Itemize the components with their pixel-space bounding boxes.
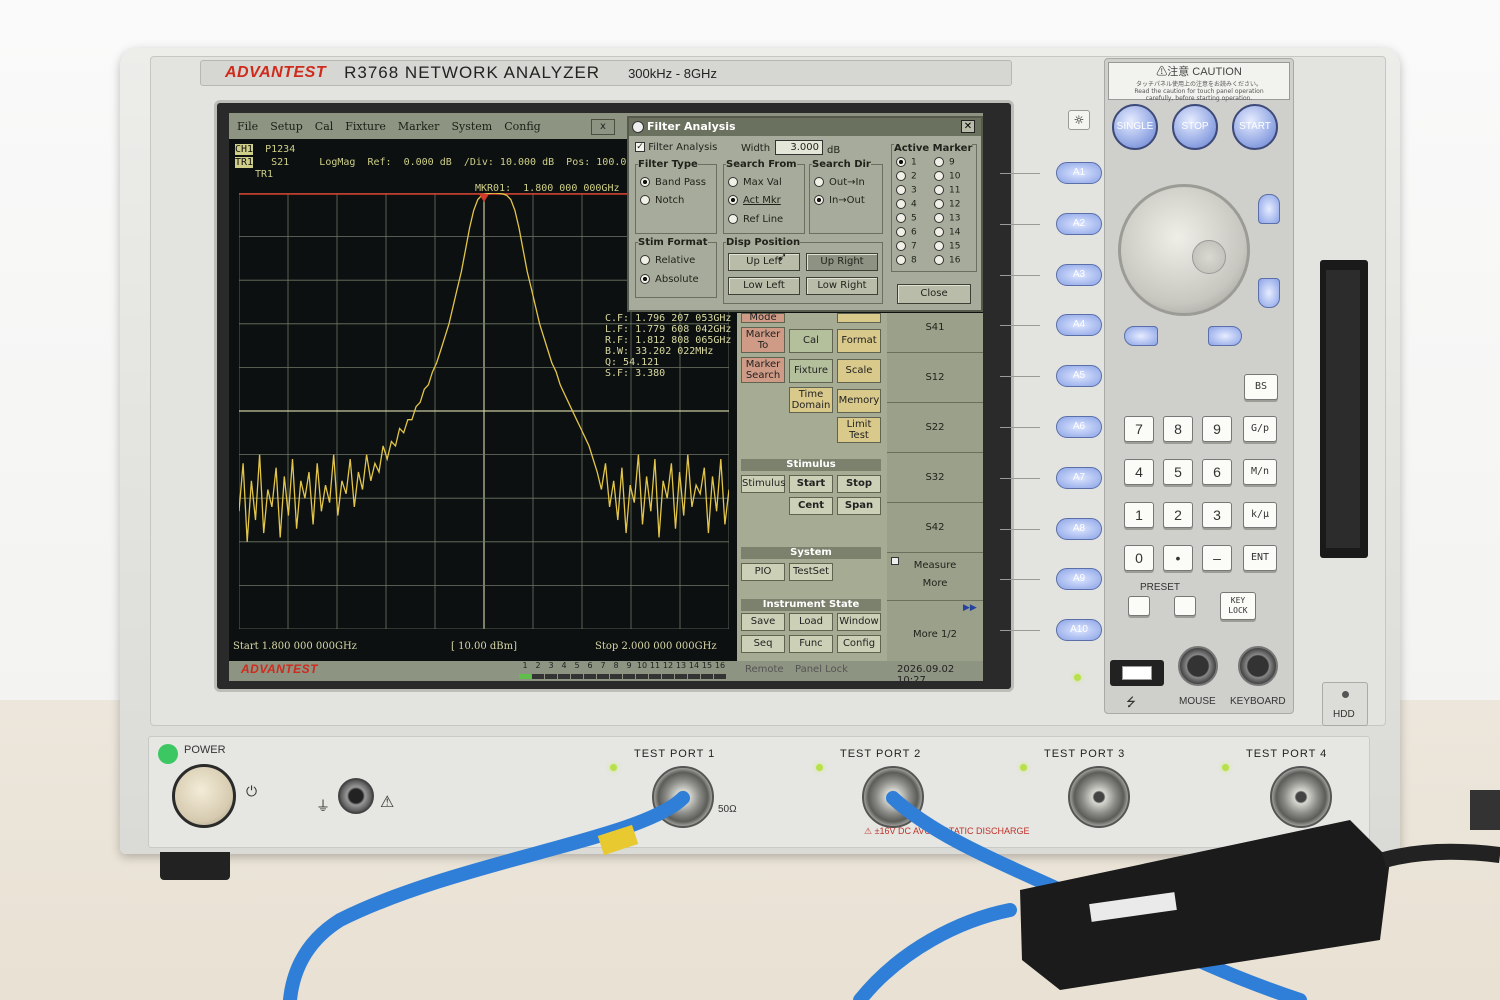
cable-adapter <box>853 903 1017 1000</box>
cables-layer <box>283 790 1500 1000</box>
adapter-cable <box>1381 843 1500 868</box>
adapter-box <box>1020 820 1390 990</box>
right-cable <box>1470 790 1500 830</box>
